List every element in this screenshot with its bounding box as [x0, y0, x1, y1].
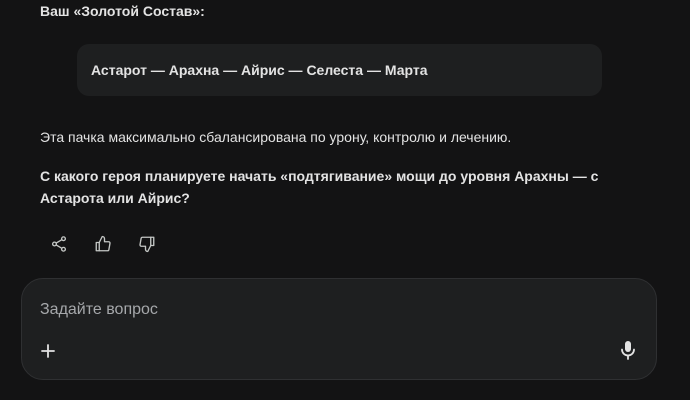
- roster-text: Астарот — Арахна — Айрис — Селеста — Мар…: [91, 62, 428, 78]
- prompt-composer: [21, 278, 657, 380]
- plus-icon: [40, 343, 56, 364]
- thumbs-up-button[interactable]: [92, 233, 114, 255]
- microphone-icon: [619, 340, 637, 365]
- roster-code-block: Астарот — Арахна — Айрис — Селеста — Мар…: [77, 44, 602, 96]
- share-icon: [50, 235, 68, 253]
- microphone-button[interactable]: [616, 340, 640, 364]
- prompt-input[interactable]: [40, 299, 600, 321]
- thumbs-up-icon: [94, 235, 112, 253]
- thumbs-down-button[interactable]: [136, 233, 158, 255]
- response-summary: Эта пачка максимально сбалансирована по …: [40, 129, 512, 145]
- response-question: С какого героя планируете начать «подтяг…: [40, 168, 599, 206]
- share-button[interactable]: [48, 233, 70, 255]
- response-actions: [48, 233, 180, 255]
- thumbs-down-icon: [138, 235, 156, 253]
- add-attachment-button[interactable]: [37, 342, 59, 364]
- chat-page: Ваш «Золотой Состав»: Астарот — Арахна —…: [0, 0, 690, 400]
- response-heading: Ваш «Золотой Состав»:: [40, 3, 205, 19]
